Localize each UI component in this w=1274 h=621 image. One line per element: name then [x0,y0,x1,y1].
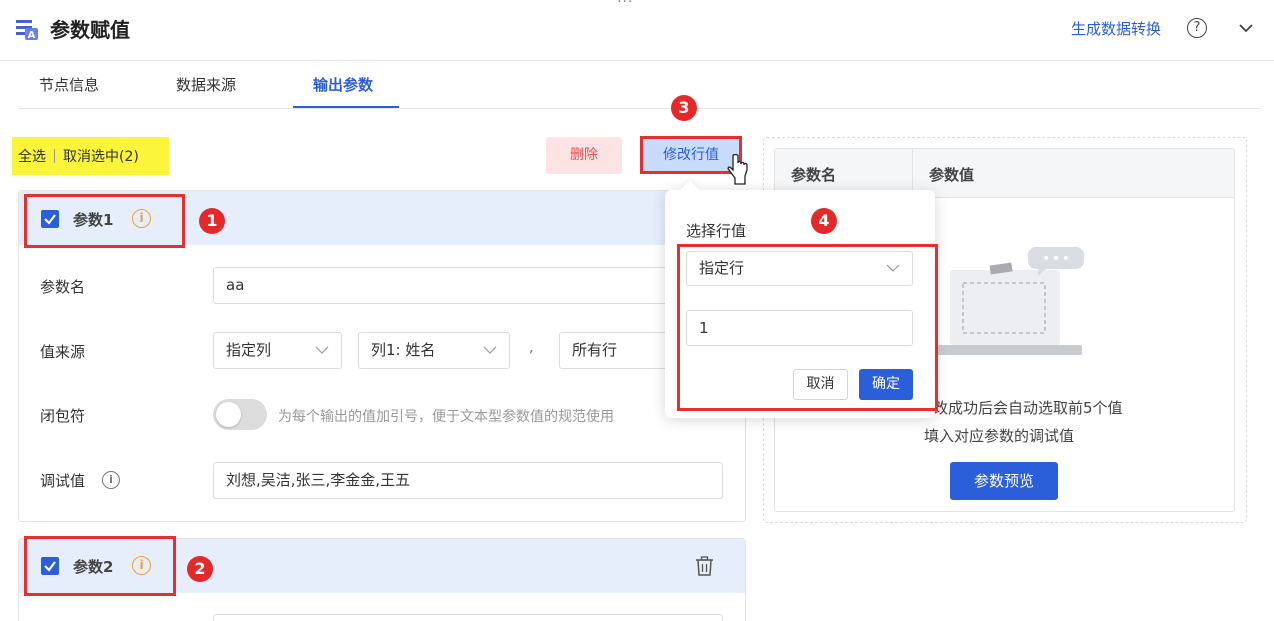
header-divider [0,60,1274,61]
source-type-select[interactable]: 指定列 [213,332,342,369]
drag-handle-icon[interactable]: ··· [617,0,633,10]
svg-text:A: A [28,30,36,40]
param-name-input[interactable]: aa [213,267,673,304]
hand-cursor-icon [727,154,748,185]
step-marker-2: 2 [187,556,213,582]
toggle-knob [216,402,241,427]
page-title: 参数赋值 [50,18,130,42]
param2-checkbox[interactable] [41,557,59,575]
source-type-value: 指定列 [226,341,272,359]
select-all-button[interactable]: 全选 [18,146,46,166]
tabs-divider [18,108,1260,109]
param-assign-icon: A [16,20,38,40]
chevron-down-icon [315,346,329,354]
popover-cancel-button[interactable]: 取消 [793,369,848,400]
empty-state-line-2: 填入对应参数的调试值 [924,427,1075,445]
empty-state-line-1: 改成功后会自动选取前5个值 [933,399,1123,417]
step-marker-1: 1 [199,208,225,234]
help-icon[interactable]: ? [1187,18,1207,38]
source-separator: , [529,340,534,356]
param2-title: 参数2 [73,558,114,576]
column-header-param-name: 参数名 [791,166,837,184]
row-mode-value: 指定行 [699,259,745,277]
wrapper-toggle[interactable] [213,399,267,430]
param1-checkbox[interactable] [41,210,59,228]
empty-state-illustration [930,247,1084,355]
info-icon[interactable]: i [132,209,151,228]
step-marker-3: 3 [671,95,697,121]
selection-separator [54,149,55,163]
wrapper-label: 闭包符 [40,407,86,425]
source-rows-select[interactable]: 所有行 [559,332,673,369]
info-icon[interactable]: i [132,556,151,575]
param1-title: 参数1 [73,211,114,229]
generate-data-convert-link[interactable]: 生成数据转换 [1071,18,1161,39]
row-value-label: 选择行值 [686,222,747,240]
column-header-param-value: 参数值 [929,166,975,184]
popover-confirm-button[interactable]: 确定 [859,369,913,400]
step-marker-4: 4 [811,208,837,234]
param2-field[interactable] [213,614,723,621]
param-preview-button[interactable]: 参数预览 [950,462,1058,500]
chevron-down-icon[interactable] [1238,22,1254,34]
chevron-down-icon [886,264,900,272]
deselect-button[interactable]: 取消选中(2) [63,146,139,166]
source-column-value: 列1: 姓名 [371,341,436,359]
wrapper-hint: 为每个输出的值加引号，便于文本型参数值的规范使用 [278,409,614,425]
param-name-label: 参数名 [40,278,86,296]
tab-data-source[interactable]: 数据来源 [176,74,236,95]
tab-output-params[interactable]: 输出参数 [313,74,373,95]
debug-value-input[interactable]: 刘想,吴洁,张三,李金金,王五 [213,462,723,499]
source-rows-value: 所有行 [572,341,618,359]
delete-button[interactable]: 删除 [546,137,622,174]
row-mode-select[interactable]: 指定行 [686,251,913,286]
trash-icon[interactable] [695,556,714,576]
debug-value-label: 调试值 [40,472,86,490]
info-icon[interactable]: i [102,471,120,489]
selection-bar: 全选 取消选中(2) [12,137,169,175]
row-number-input[interactable]: 1 [686,310,913,346]
source-column-select[interactable]: 列1: 姓名 [358,332,510,369]
tab-node-info[interactable]: 节点信息 [39,74,99,95]
chevron-down-icon [483,346,497,354]
value-source-label: 值来源 [40,343,86,361]
